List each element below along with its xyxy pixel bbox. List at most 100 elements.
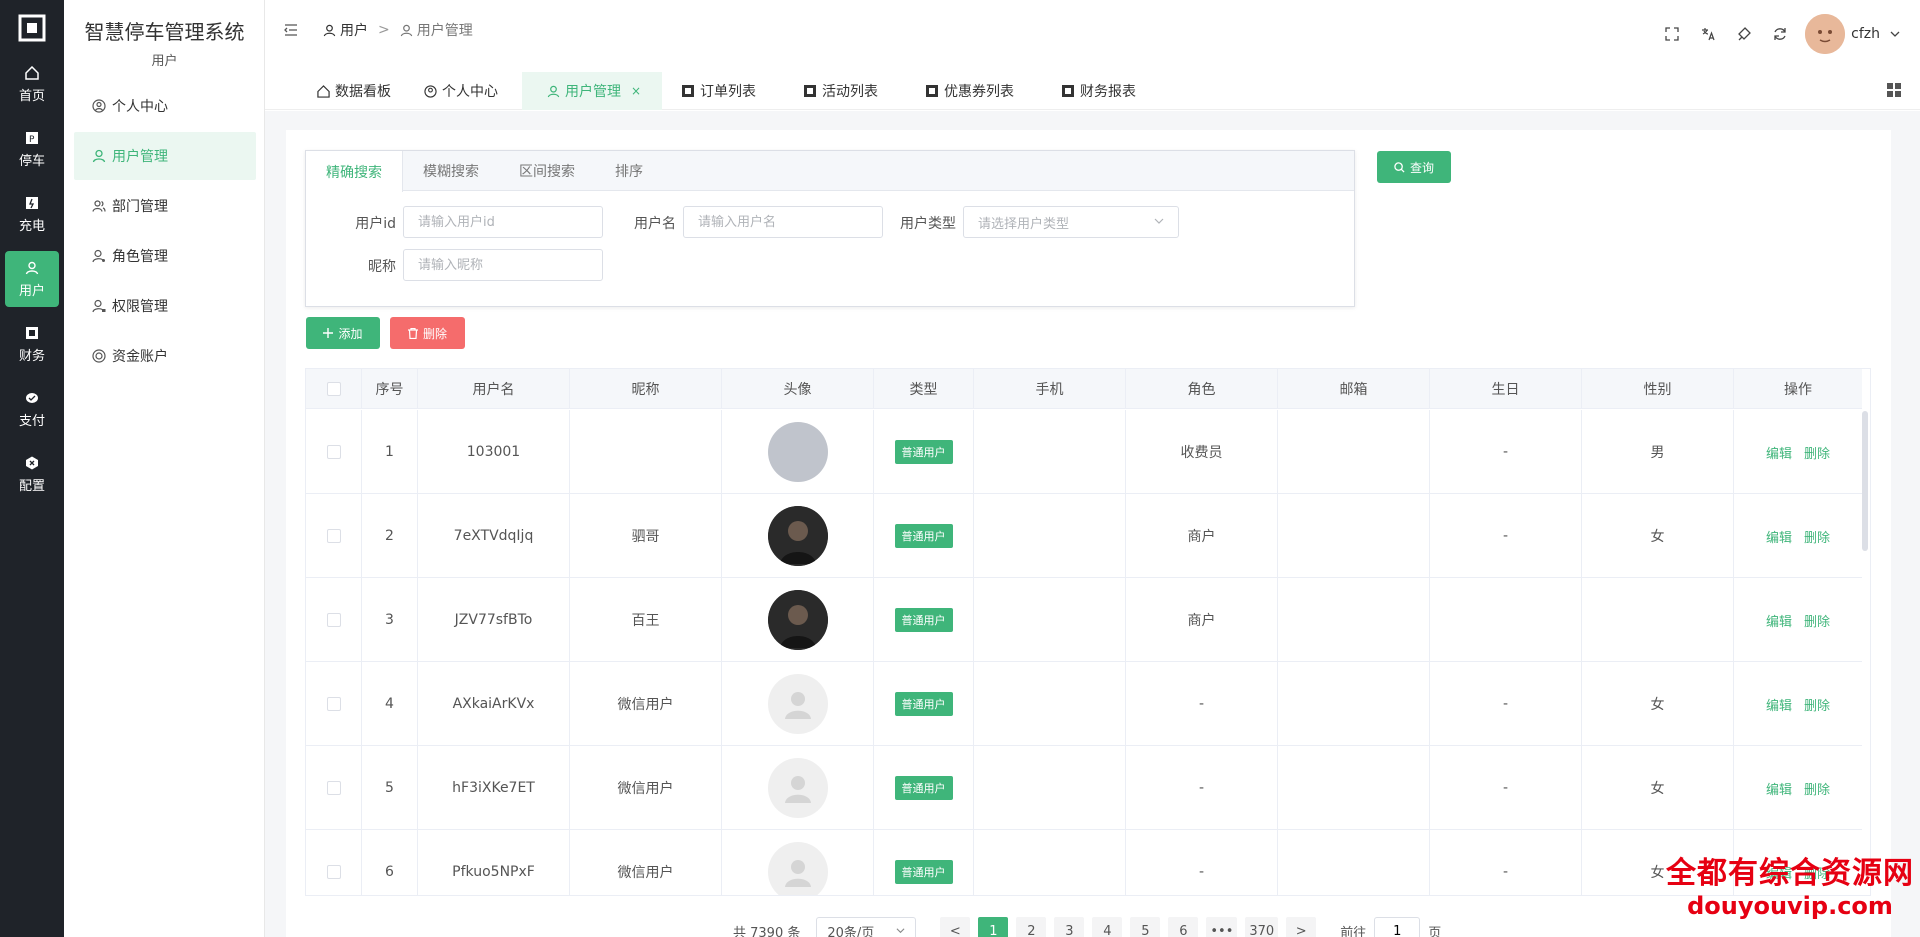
avatar[interactable] (1805, 14, 1846, 54)
query-button[interactable]: 查询 (1377, 151, 1451, 183)
table-row[interactable]: 2 7eXTVdqIjq 驷哥 普通用户 商户 - 女编辑 删除 (306, 494, 1862, 578)
goto-page-input[interactable] (1374, 917, 1421, 937)
page-button[interactable]: 3 (1054, 917, 1085, 937)
page-button[interactable]: 4 (1092, 917, 1123, 937)
goto-page: 前往 页 (1340, 917, 1441, 937)
page-button[interactable]: 2 (1016, 917, 1047, 937)
birthday-cell: - (1430, 746, 1582, 830)
header-tools: cfzh (1645, 14, 1904, 54)
page-button[interactable]: 5 (1130, 917, 1161, 937)
edit-link[interactable]: 编辑 (1766, 779, 1792, 798)
row-checkbox[interactable] (326, 781, 341, 795)
brush-icon[interactable] (1735, 25, 1753, 43)
tab-coupons[interactable]: 优惠券列表 (926, 72, 1014, 110)
rail-item-home[interactable]: 首页 (5, 56, 59, 112)
delete-link[interactable]: 删除 (1804, 611, 1830, 630)
avatar-cell (722, 662, 874, 746)
edit-link[interactable]: 编辑 (1766, 527, 1792, 546)
gender-cell: 女 (1582, 494, 1734, 578)
table-row[interactable]: 4 AXkaiArKVx 微信用户 普通用户 - - 女编辑 删除 (306, 662, 1862, 746)
chevron-down-icon[interactable] (1886, 25, 1904, 43)
page-button[interactable]: 1 (978, 917, 1009, 937)
rail-item-pay[interactable]: 支付 (5, 381, 59, 437)
avatar-cell (722, 746, 874, 830)
tab-dashboard[interactable]: 数据看板 (317, 72, 391, 110)
app-rail: 首页 P 停车 充电 用户 财务 支付 配置 (0, 0, 64, 937)
email-cell (1278, 830, 1430, 895)
userid-input[interactable] (403, 206, 603, 238)
tab-fuzzy-search[interactable]: 模糊搜索 (403, 151, 499, 191)
tab-range-search[interactable]: 区间搜索 (499, 151, 595, 191)
page-tabs: 数据看板 个人中心 用户管理 × 订单列表 活动列表 优惠券列表 财务报表 (265, 72, 1920, 110)
row-checkbox[interactable] (326, 613, 341, 627)
permission-icon (92, 299, 106, 313)
chevron-down-icon (1154, 215, 1164, 230)
delete-link[interactable]: 删除 (1804, 779, 1830, 798)
table-row[interactable]: 6 Pfkuo5NPxF 微信用户 普通用户 - - 女编辑 删除 (306, 830, 1862, 895)
breadcrumb-item[interactable]: 用户 (340, 20, 368, 40)
add-button[interactable]: 添加 (306, 317, 380, 349)
delete-link[interactable]: 删除 (1804, 443, 1830, 462)
delete-link[interactable]: 删除 (1804, 695, 1830, 714)
tab-orders[interactable]: 订单列表 (682, 72, 756, 110)
collapse-menu-icon[interactable] (283, 22, 299, 38)
watermark-url: douyouvip.com (1687, 892, 1893, 920)
breadcrumb: 用户 > 用户管理 (323, 20, 473, 40)
close-icon[interactable]: × (631, 84, 641, 98)
table-row[interactable]: 5 hF3iXKe7ET 微信用户 普通用户 - - 女编辑 删除 (306, 746, 1862, 830)
tab-activities[interactable]: 活动列表 (804, 72, 878, 110)
more-pages-button[interactable]: ••• (1206, 917, 1238, 937)
trash-icon (407, 327, 418, 339)
sidebar-item-fund-account[interactable]: 资金账户 (74, 332, 256, 380)
search-tabs: 精确搜索 模糊搜索 区间搜索 排序 (306, 151, 1354, 192)
usertype-select[interactable]: 请选择用户类型 (963, 206, 1179, 238)
row-checkbox[interactable] (326, 529, 341, 543)
rail-item-parking[interactable]: P 停车 (5, 121, 59, 177)
page-button[interactable]: 6 (1168, 917, 1199, 937)
delete-link[interactable]: 删除 (1804, 527, 1830, 546)
rail-item-finance[interactable]: 财务 (5, 316, 59, 372)
select-all-checkbox[interactable] (326, 382, 341, 396)
row-checkbox[interactable] (326, 697, 341, 711)
next-page-button[interactable]: > (1286, 917, 1317, 937)
rail-item-user[interactable]: 用户 (5, 251, 59, 307)
tab-profile[interactable]: 个人中心 (424, 72, 498, 110)
type-cell: 普通用户 (874, 494, 974, 578)
table-row[interactable]: 1 103001 普通用户 收费员 - 男编辑 删除 (306, 410, 1862, 494)
edit-link[interactable]: 编辑 (1766, 443, 1792, 462)
sidebar-item-permission[interactable]: 权限管理 (74, 282, 256, 330)
translate-icon[interactable] (1699, 25, 1717, 43)
table-row[interactable]: 3 JZV77sfBTo 百王 普通用户 商户 编辑 删除 (306, 578, 1862, 662)
tab-exact-search[interactable]: 精确搜索 (306, 151, 403, 192)
list-icon (682, 84, 696, 98)
sidebar-item-user-management[interactable]: 用户管理 (74, 132, 256, 180)
table-scrollbar[interactable] (1862, 411, 1868, 551)
phone-cell (974, 830, 1126, 895)
username[interactable]: cfzh (1851, 26, 1880, 42)
nickname-input[interactable] (403, 249, 603, 281)
top-header: 用户 > 用户管理 cfzh (265, 0, 1920, 60)
column-header: 序号 (362, 369, 418, 409)
pay-icon (24, 390, 40, 406)
batch-delete-button[interactable]: 删除 (390, 317, 465, 349)
tab-user-management[interactable]: 用户管理 × (522, 72, 662, 110)
page-button[interactable]: 370 (1245, 917, 1279, 937)
sidebar-item-profile[interactable]: 个人中心 (74, 82, 256, 130)
row-checkbox[interactable] (326, 865, 341, 879)
sidebar-item-role[interactable]: 角色管理 (74, 232, 256, 280)
column-header: 邮箱 (1278, 369, 1430, 409)
edit-link[interactable]: 编辑 (1766, 695, 1792, 714)
row-checkbox[interactable] (326, 445, 341, 459)
grid-icon[interactable] (1886, 82, 1902, 98)
rail-item-charge[interactable]: 充电 (5, 186, 59, 242)
fullscreen-icon[interactable] (1663, 25, 1681, 43)
rail-item-config[interactable]: 配置 (5, 446, 59, 502)
edit-link[interactable]: 编辑 (1766, 611, 1792, 630)
tab-finance-report[interactable]: 财务报表 (1062, 72, 1136, 110)
username-input[interactable] (683, 206, 883, 238)
refresh-icon[interactable] (1771, 25, 1789, 43)
prev-page-button[interactable]: < (940, 917, 971, 937)
page-size-select[interactable]: 20条/页 (816, 917, 917, 937)
sidebar-item-department[interactable]: 部门管理 (74, 182, 256, 230)
tab-sort[interactable]: 排序 (595, 151, 663, 191)
